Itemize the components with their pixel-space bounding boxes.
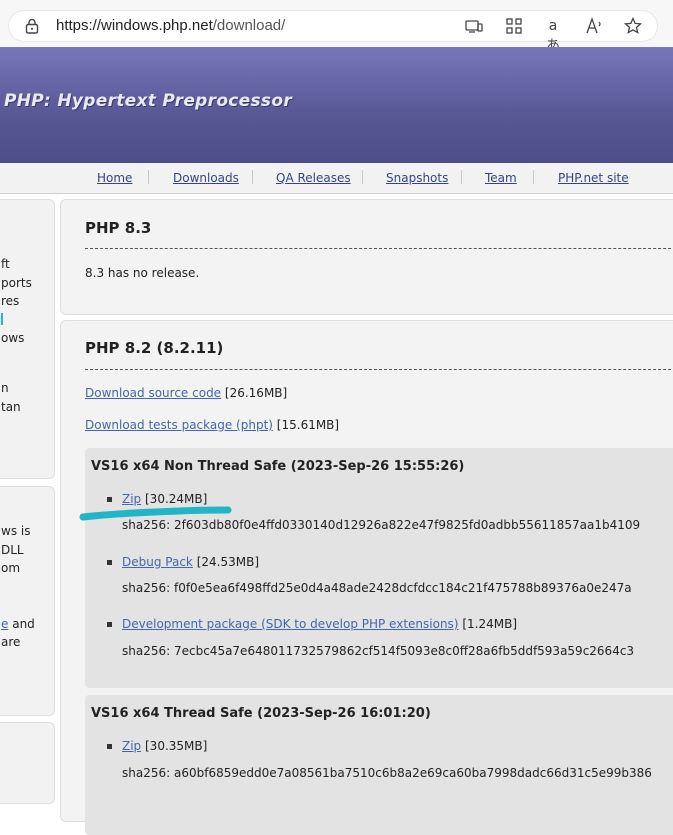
file-size: [24.53MB] xyxy=(196,555,260,569)
list-bullet xyxy=(107,497,112,502)
nav-qa-releases[interactable]: QA Releases xyxy=(276,171,351,185)
no-release-note: 8.3 has no release. xyxy=(85,266,200,280)
section-title: PHP 8.2 (8.2.11) xyxy=(85,339,224,357)
sidebar-text: tan xyxy=(1,400,21,414)
file-size: [1.24MB] xyxy=(462,617,517,631)
nav-team[interactable]: Team xyxy=(485,171,517,185)
nav-php-net-site[interactable]: PHP.net site xyxy=(558,171,629,185)
list-bullet xyxy=(107,622,112,627)
sidebar-link[interactable]: e xyxy=(1,617,8,631)
sidebar-text: DLL xyxy=(1,543,24,557)
list-item: Zip [30.24MB] xyxy=(122,492,207,506)
list-item: Zip [30.35MB] xyxy=(122,739,207,753)
sidebar-text: ows xyxy=(1,331,25,345)
sha256-hash: sha256: 2f603db80f0e4ffd0330140d12926a82… xyxy=(122,518,641,532)
build-nts-x64: VS16 x64 Non Thread Safe (2023-Sep-26 15… xyxy=(85,448,673,688)
sidebar-text: om xyxy=(1,561,21,575)
nav-divider xyxy=(148,170,149,184)
browser-toolbar: https://windows.php.net/download/ aあ xyxy=(0,0,673,54)
build-ts-x64: VS16 x64 Thread Safe (2023-Sep-26 16:01:… xyxy=(85,695,673,835)
top-nav: Home Downloads QA Releases Snapshots Tea… xyxy=(0,163,673,194)
sidebar-text: res xyxy=(1,294,20,308)
sidebar-text: e and xyxy=(1,617,35,631)
build-title: VS16 x64 Thread Safe (2023-Sep-26 16:01:… xyxy=(91,706,431,721)
translate-icon[interactable]: aあ xyxy=(543,16,563,54)
sidebar-box-2: ws is DLL om e and are xyxy=(0,486,55,716)
list-bullet xyxy=(107,744,112,749)
dev-package-link[interactable]: Development package (SDK to develop PHP … xyxy=(122,617,459,631)
list-item: Debug Pack [24.53MB] xyxy=(122,555,259,569)
list-item: Development package (SDK to develop PHP … xyxy=(122,617,517,631)
list-bullet xyxy=(107,560,112,565)
sidebar-box-1: ft ports res ows n tan xyxy=(0,199,55,479)
sidebar-text: are xyxy=(1,635,21,649)
php-8-2-panel: PHP 8.2 (8.2.11) Download source code [2… xyxy=(60,320,673,835)
site-title[interactable]: PHP: Hypertext Preprocessor xyxy=(4,91,292,111)
address-bar[interactable]: https://windows.php.net/download/ aあ xyxy=(8,10,658,54)
sidebar-link-fragment[interactable] xyxy=(1,313,3,325)
zip-download-link[interactable]: Zip xyxy=(122,492,141,506)
sidebar-text: ws is xyxy=(1,524,31,538)
nav-divider xyxy=(461,170,462,184)
file-size: [26.16MB] xyxy=(224,386,288,400)
nav-snapshots[interactable]: Snapshots xyxy=(386,171,448,185)
sha256-hash: sha256: f0f0e5ea6f498ffd25e0d4a48ade2428… xyxy=(122,581,632,595)
nav-divider xyxy=(362,170,363,184)
file-size: [30.35MB] xyxy=(145,739,208,753)
sha256-hash: sha256: a60bf6859edd0e7a08561ba7510c6b8a… xyxy=(122,766,652,780)
nav-home[interactable]: Home xyxy=(97,171,132,185)
sha256-hash: sha256: 7ecbc45a7e648011732579862cf514f5… xyxy=(122,644,635,658)
source-download: Download source code [26.16MB] xyxy=(85,386,287,400)
read-aloud-icon[interactable] xyxy=(584,16,604,36)
file-size: [15.61MB] xyxy=(276,418,340,432)
tests-download: Download tests package (phpt) [15.61MB] xyxy=(85,418,339,432)
nav-downloads[interactable]: Downloads xyxy=(173,171,239,185)
php-8-3-panel: PHP 8.3 8.3 has no release. xyxy=(60,199,673,315)
download-tests-link[interactable]: Download tests package (phpt) xyxy=(85,418,273,432)
favorite-star-icon[interactable] xyxy=(623,16,643,36)
nav-divider xyxy=(533,170,534,184)
section-rule xyxy=(85,369,673,370)
file-size: [30.24MB] xyxy=(145,492,208,506)
sidebar-box-3 xyxy=(0,722,55,804)
download-source-link[interactable]: Download source code xyxy=(85,386,221,400)
sidebar-text: n xyxy=(1,381,9,395)
lock-icon[interactable] xyxy=(25,18,39,34)
zip-download-link[interactable]: Zip xyxy=(122,739,141,753)
debug-pack-link[interactable]: Debug Pack xyxy=(122,555,193,569)
sidebar-text: ports xyxy=(1,276,32,290)
screen-cast-icon[interactable] xyxy=(464,16,484,36)
site-header: PHP: Hypertext Preprocessor xyxy=(0,47,673,163)
url-text[interactable]: https://windows.php.net/download/ xyxy=(56,17,285,34)
build-title: VS16 x64 Non Thread Safe (2023-Sep-26 15… xyxy=(91,459,465,474)
sidebar-text: ft xyxy=(1,257,10,271)
section-title: PHP 8.3 xyxy=(85,219,152,237)
section-rule xyxy=(85,248,673,249)
apps-icon[interactable] xyxy=(504,16,524,36)
nav-divider xyxy=(252,170,253,184)
